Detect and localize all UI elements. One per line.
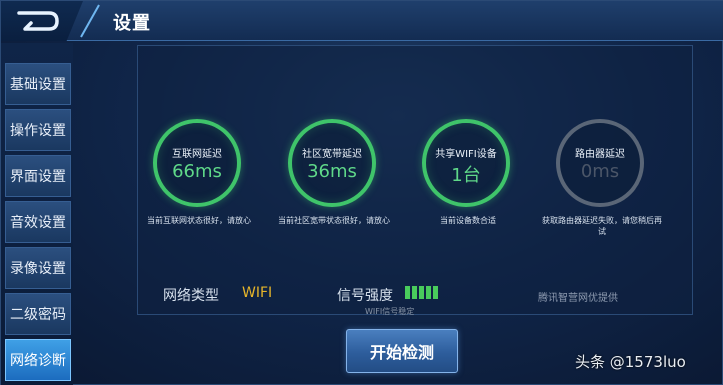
metric-note: 当前社区宽带状态很好，请放心 xyxy=(278,216,390,225)
watermark: 头条 @1573luo xyxy=(575,353,686,371)
signal-bar xyxy=(426,286,431,299)
game-settings-window: 设置 基础设置 操作设置 界面设置 音效设置 录像设置 二级密码 网络诊断 互联… xyxy=(0,0,723,385)
network-type-label: 网络类型 xyxy=(163,288,219,304)
signal-bar xyxy=(419,286,424,299)
metric-note: 当前设备数合适 xyxy=(440,216,496,225)
signal-note: WIFI信号稳定 xyxy=(365,307,415,316)
metric-note: 获取路由器延迟失败，请您稍后再试 xyxy=(542,216,662,236)
metric-label: 共享WIFI设备 xyxy=(435,149,497,160)
divider-slash xyxy=(80,4,100,38)
network-type-value: WIFI xyxy=(242,285,273,301)
metric-label: 互联网延迟 xyxy=(172,149,222,160)
signal-strength-bars xyxy=(405,286,438,299)
signal-bar xyxy=(412,286,417,299)
signal-strength-label: 信号强度 xyxy=(337,288,393,304)
metric-label: 社区宽带延迟 xyxy=(302,149,362,160)
signal-bar xyxy=(433,286,438,299)
back-arrow-icon xyxy=(17,11,59,31)
metric-value: 66ms xyxy=(172,161,222,182)
sidebar-item-audio[interactable]: 音效设置 xyxy=(5,201,71,243)
sidebar-item-second-password[interactable]: 二级密码 xyxy=(5,293,71,335)
provider-text: 腾讯智营网优提供 xyxy=(538,293,618,304)
sidebar-item-interface[interactable]: 界面设置 xyxy=(5,155,71,197)
sidebar-item-replay[interactable]: 录像设置 xyxy=(5,247,71,289)
top-bar: 设置 xyxy=(1,1,723,41)
page-title: 设置 xyxy=(113,13,151,34)
signal-bar xyxy=(405,286,410,299)
back-button[interactable] xyxy=(1,1,83,41)
sidebar-item-controls[interactable]: 操作设置 xyxy=(5,109,71,151)
metric-label: 路由器延迟 xyxy=(575,149,625,160)
metric-value: 1台 xyxy=(451,165,481,186)
metric-note: 当前互联网状态很好，请放心 xyxy=(147,216,251,225)
metric-value: 0ms xyxy=(580,161,620,182)
start-detection-button[interactable]: 开始检测 xyxy=(346,329,458,373)
sidebar: 基础设置 操作设置 界面设置 音效设置 录像设置 二级密码 网络诊断 xyxy=(1,43,73,385)
sidebar-item-network-diagnosis[interactable]: 网络诊断 xyxy=(5,339,71,381)
sidebar-item-basic[interactable]: 基础设置 xyxy=(5,63,71,105)
metric-value: 36ms xyxy=(307,161,357,182)
